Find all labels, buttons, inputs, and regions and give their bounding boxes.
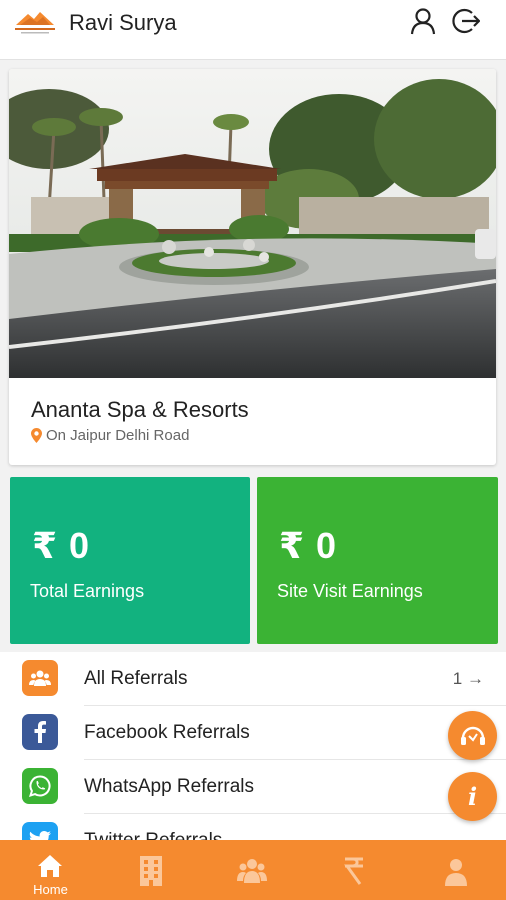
app-header: Ravi Surya: [0, 0, 506, 60]
arrow-right-icon: →: [467, 669, 484, 688]
twitter-icon: [22, 822, 58, 840]
total-earnings-amount: ₹ 0: [32, 525, 91, 566]
profile-icon[interactable]: [408, 6, 438, 36]
arrow-right-icon: →: [467, 831, 484, 840]
map-pin-icon: [31, 428, 42, 443]
referral-row-whatsapp[interactable]: WhatsApp Referrals: [0, 760, 506, 814]
whatsapp-icon: [22, 768, 58, 804]
referral-label: WhatsApp Referrals: [84, 776, 255, 797]
property-image: [9, 69, 496, 378]
referral-list: All Referrals 1 → Facebook Referrals Wha…: [0, 652, 506, 840]
nav-properties[interactable]: [101, 840, 202, 900]
referral-label: All Referrals: [84, 668, 188, 689]
property-location: On Jaipur Delhi Road: [31, 427, 189, 444]
total-earnings-tile[interactable]: ₹ 0 Total Earnings: [10, 477, 250, 644]
property-card[interactable]: Ananta Spa & Resorts On Jaipur Delhi Roa…: [9, 69, 496, 465]
nav-home[interactable]: Home: [0, 840, 101, 900]
property-name: Ananta Spa & Resorts: [31, 397, 249, 422]
site-visit-earnings-tile[interactable]: ₹ 0 Site Visit Earnings: [257, 477, 498, 644]
group-icon: [237, 859, 267, 883]
referral-label: Facebook Referrals: [84, 722, 250, 743]
facebook-icon: [22, 714, 58, 750]
site-visit-earnings-label: Site Visit Earnings: [277, 581, 423, 601]
nav-earnings[interactable]: [303, 840, 404, 900]
referral-label: Twitter Referrals: [84, 830, 222, 840]
info-icon: i: [467, 782, 478, 811]
logout-icon[interactable]: [450, 6, 480, 36]
info-button[interactable]: i: [448, 772, 497, 821]
home-icon: [38, 855, 62, 877]
total-earnings-label: Total Earnings: [30, 581, 145, 601]
referral-row-facebook[interactable]: Facebook Referrals: [0, 706, 506, 760]
support-button[interactable]: [448, 711, 497, 760]
location-text: On Jaipur Delhi Road: [46, 427, 190, 444]
person-icon: [445, 859, 467, 886]
bottom-navigation: Home: [0, 840, 506, 900]
resort-logo-icon: [15, 12, 55, 34]
nav-profile[interactable]: [404, 840, 505, 900]
user-name: Ravi Surya: [69, 10, 177, 35]
support-icon: [460, 726, 485, 745]
nav-home-label: Home: [33, 882, 68, 897]
referral-row-all[interactable]: All Referrals 1 →: [0, 652, 506, 706]
nav-referrals[interactable]: [202, 840, 303, 900]
site-visit-earnings-amount: ₹ 0: [279, 525, 338, 566]
referral-count: 1 →: [452, 669, 484, 688]
group-icon: [22, 660, 58, 696]
rupee-icon: [344, 857, 363, 885]
referral-row-twitter[interactable]: Twitter Referrals →: [0, 814, 506, 840]
building-icon: [140, 856, 162, 886]
